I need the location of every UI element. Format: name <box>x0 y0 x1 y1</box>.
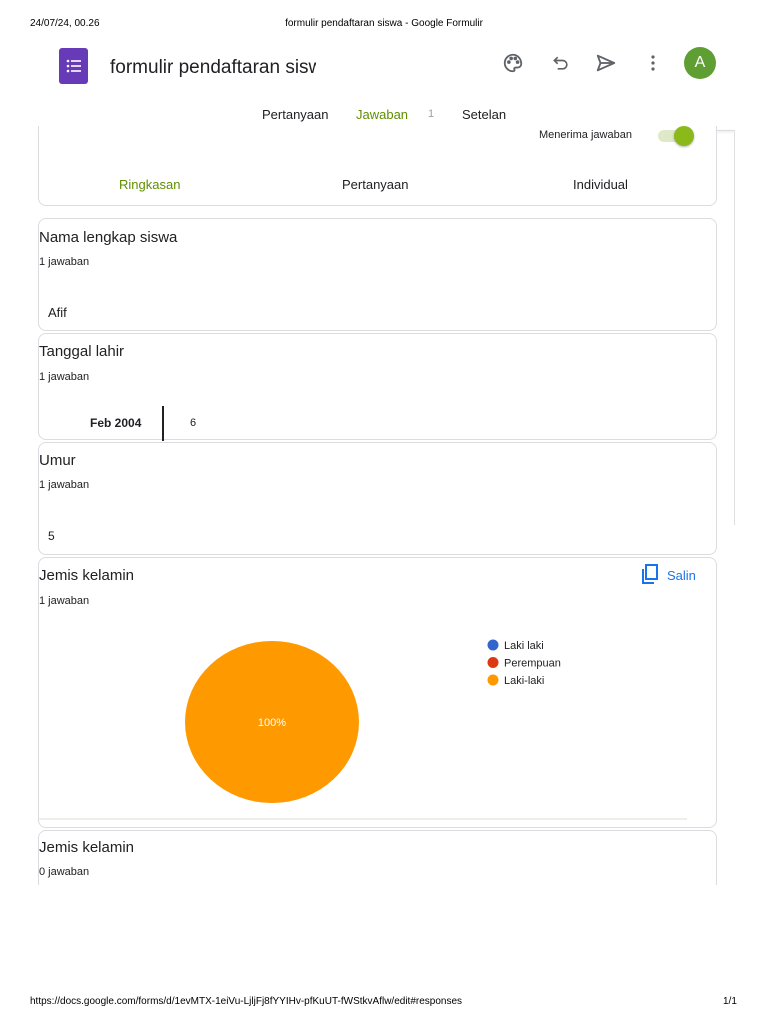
more-options-icon[interactable] <box>643 51 663 75</box>
avatar[interactable]: A <box>684 47 716 79</box>
responses-summary-card: Menerima jawaban Ringkasan Pertanyaan In… <box>38 126 717 206</box>
question-title: Tanggal lahir <box>39 343 125 360</box>
legend-swatch <box>487 639 499 651</box>
subtab-individual[interactable]: Individual <box>573 177 628 192</box>
answer-text: Afif <box>48 305 67 320</box>
accepting-responses-toggle[interactable] <box>658 126 694 146</box>
question-card-nama: Nama lengkap siswa 1 jawaban Afif <box>38 218 717 331</box>
question-card-jenis-kelamin: Jemis kelamin 1 jawaban Salin 100% Laki l… <box>38 557 717 828</box>
pie-data-label: 100% <box>258 717 286 729</box>
tab-setelan[interactable]: Setelan <box>462 107 506 122</box>
legend-swatch <box>487 674 499 686</box>
question-card-tanggal-lahir: Tanggal lahir 1 jawaban Feb 2004 6 <box>38 333 717 441</box>
answer-text: 5 <box>48 529 55 543</box>
question-title: Umur <box>39 452 76 469</box>
question-card-jenis-kelamin-2: Jemis kelamin 0 jawaban <box>38 830 717 890</box>
response-count: 0 jawaban <box>39 866 90 878</box>
chart-divider <box>39 818 687 820</box>
question-title: Jemis kelamin <box>39 839 135 856</box>
response-count: 1 jawaban <box>39 479 90 491</box>
response-count: 1 jawaban <box>39 371 90 383</box>
subtab-ringkasan[interactable]: Ringkasan <box>119 177 180 192</box>
legend-label: Perempuan <box>504 658 561 670</box>
date-day: 6 <box>190 417 197 429</box>
tab-pertanyaan[interactable]: Pertanyaan <box>262 107 329 122</box>
print-page: 1/1 <box>723 996 737 1007</box>
subtab-pertanyaan[interactable]: Pertanyaan <box>342 177 409 192</box>
response-count-badge: 1 <box>428 108 435 120</box>
response-count: 1 jawaban <box>39 256 90 268</box>
date-month: Feb 2004 <box>90 416 142 430</box>
send-icon[interactable] <box>594 51 618 75</box>
print-url: https://docs.google.com/forms/d/1evMTX-1… <box>30 996 463 1007</box>
legend-label: Laki-laki <box>504 675 544 687</box>
scrollbar[interactable] <box>734 130 735 525</box>
tab-jawaban[interactable]: Jawaban <box>356 107 408 122</box>
question-card-umur: Umur 1 jawaban 5 <box>38 442 717 555</box>
palette-icon[interactable] <box>501 51 525 75</box>
toggle-knob <box>674 126 694 146</box>
date-divider <box>162 406 164 441</box>
forms-logo-icon[interactable] <box>59 48 88 84</box>
print-title: formulir pendaftaran siswa - Google Form… <box>285 18 483 29</box>
page-mask <box>0 885 768 985</box>
undo-icon[interactable] <box>549 51 573 75</box>
legend-swatch <box>487 657 499 668</box>
legend-label: Laki laki <box>504 640 544 652</box>
pie-chart: 100% Laki laki Perempuan Laki-laki <box>185 639 561 803</box>
form-title[interactable]: formulir pendaftaran siswa <box>110 57 316 79</box>
question-title: Nama lengkap siswa <box>39 229 178 246</box>
accepting-responses-label: Menerima jawaban <box>539 129 632 141</box>
